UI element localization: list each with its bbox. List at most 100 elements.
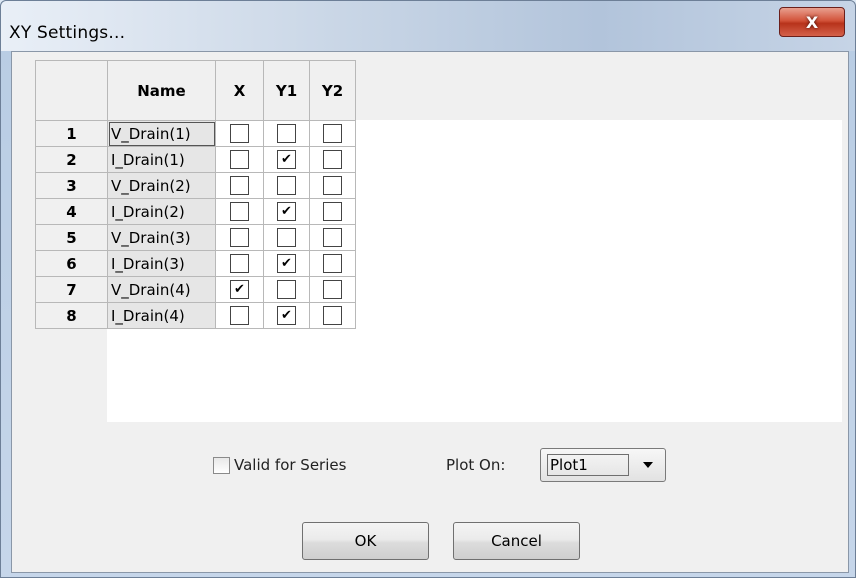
cell-x [215, 302, 264, 329]
cell-y1: ✔ [263, 198, 310, 225]
cell-x [215, 120, 264, 147]
ok-button[interactable]: OK [302, 522, 429, 560]
valid-for-series-label: Valid for Series [234, 456, 347, 474]
cell-y1 [263, 276, 310, 303]
xy-settings-grid: Name X Y1 Y2 1 V_Drain(1) 2 I_Drain(1) ✔ 3 V_D… [35, 60, 842, 422]
cell-y2 [309, 250, 356, 277]
x-checkbox[interactable] [230, 228, 249, 247]
signal-name-cell[interactable]: V_Drain(3) [107, 224, 216, 251]
row-number[interactable]: 1 [35, 120, 108, 147]
header-row: Name X Y1 Y2 [35, 60, 356, 121]
cell-y2 [309, 276, 356, 303]
checkmark-icon: ✔ [234, 282, 245, 297]
row-number[interactable]: 6 [35, 250, 108, 277]
y1-checkbox[interactable]: ✔ [277, 202, 296, 221]
cell-x: ✔ [215, 276, 264, 303]
x-checkbox[interactable]: ✔ [230, 280, 249, 299]
x-checkbox[interactable] [230, 202, 249, 221]
x-checkbox[interactable] [230, 124, 249, 143]
y1-checkbox[interactable]: ✔ [277, 254, 296, 273]
y2-checkbox[interactable] [323, 280, 342, 299]
table-row: 3 V_Drain(2) [35, 172, 356, 199]
cell-y2 [309, 198, 356, 225]
table-row: 6 I_Drain(3) ✔ [35, 250, 356, 277]
close-button[interactable]: X [779, 7, 845, 37]
cell-x [215, 250, 264, 277]
signal-name-cell[interactable]: V_Drain(2) [107, 172, 216, 199]
y2-checkbox[interactable] [323, 176, 342, 195]
y2-checkbox[interactable] [323, 254, 342, 273]
cell-y2 [309, 120, 356, 147]
cell-x [215, 172, 264, 199]
y1-checkbox[interactable] [277, 176, 296, 195]
cell-y2 [309, 146, 356, 173]
valid-for-series-option[interactable]: Valid for Series [213, 456, 346, 474]
title-bar[interactable]: XY Settings... X [1, 1, 855, 51]
column-header-y2[interactable]: Y2 [309, 60, 356, 121]
table-row: 2 I_Drain(1) ✔ [35, 146, 356, 173]
table-row: 5 V_Drain(3) [35, 224, 356, 251]
signal-name-cell[interactable]: I_Drain(4) [107, 302, 216, 329]
plot-on-selected-value: Plot1 [547, 454, 629, 476]
y2-checkbox[interactable] [323, 124, 342, 143]
row-number[interactable]: 7 [35, 276, 108, 303]
table-row: 7 V_Drain(4) ✔ [35, 276, 356, 303]
plot-on-dropdown[interactable]: Plot1 [540, 448, 666, 482]
checkmark-icon: ✔ [281, 152, 292, 167]
x-checkbox[interactable] [230, 176, 249, 195]
y1-checkbox[interactable] [277, 124, 296, 143]
cell-y1: ✔ [263, 250, 310, 277]
chevron-down-icon [643, 462, 653, 468]
row-number[interactable]: 3 [35, 172, 108, 199]
cell-y2 [309, 302, 356, 329]
y1-checkbox[interactable] [277, 228, 296, 247]
table-row: 8 I_Drain(4) ✔ [35, 302, 356, 329]
cell-y2 [309, 172, 356, 199]
table-row: 1 V_Drain(1) [35, 120, 356, 147]
cell-y1: ✔ [263, 146, 310, 173]
y1-checkbox[interactable]: ✔ [277, 150, 296, 169]
cell-y1 [263, 120, 310, 147]
cell-x [215, 146, 264, 173]
corner-cell [35, 60, 108, 121]
settings-table: Name X Y1 Y2 1 V_Drain(1) 2 I_Drain(1) ✔ 3 V_D… [35, 60, 356, 329]
cell-x [215, 198, 264, 225]
row-number[interactable]: 4 [35, 198, 108, 225]
y2-checkbox[interactable] [323, 150, 342, 169]
signal-name-cell[interactable]: I_Drain(1) [107, 146, 216, 173]
y1-checkbox[interactable]: ✔ [277, 306, 296, 325]
column-header-x[interactable]: X [215, 60, 264, 121]
valid-for-series-checkbox[interactable] [213, 456, 230, 474]
row-number[interactable]: 5 [35, 224, 108, 251]
cancel-button[interactable]: Cancel [453, 522, 580, 560]
signal-name-cell[interactable]: I_Drain(3) [107, 250, 216, 277]
signal-name-cell[interactable]: V_Drain(4) [107, 276, 216, 303]
close-icon: X [805, 12, 819, 32]
checkmark-icon: ✔ [281, 204, 292, 219]
x-checkbox[interactable] [230, 306, 249, 325]
dialog-client-area: Name X Y1 Y2 1 V_Drain(1) 2 I_Drain(1) ✔ 3 V_D… [11, 51, 849, 573]
x-checkbox[interactable] [230, 150, 249, 169]
column-header-y1[interactable]: Y1 [263, 60, 310, 121]
plot-on-label: Plot On: [446, 456, 506, 474]
signal-name-cell[interactable]: V_Drain(1) [107, 120, 216, 147]
x-checkbox[interactable] [230, 254, 249, 273]
y2-checkbox[interactable] [323, 228, 342, 247]
cell-y1: ✔ [263, 302, 310, 329]
y1-checkbox[interactable] [277, 280, 296, 299]
cell-y1 [263, 224, 310, 251]
checkmark-icon: ✔ [281, 308, 292, 323]
cell-y2 [309, 224, 356, 251]
row-number[interactable]: 8 [35, 302, 108, 329]
cell-y1 [263, 172, 310, 199]
row-number[interactable]: 2 [35, 146, 108, 173]
y2-checkbox[interactable] [323, 306, 342, 325]
signal-name-cell[interactable]: I_Drain(2) [107, 198, 216, 225]
table-row: 4 I_Drain(2) ✔ [35, 198, 356, 225]
dialog-window: XY Settings... X Name X Y1 Y2 1 V_Drain(1… [0, 0, 856, 578]
checkmark-icon: ✔ [281, 256, 292, 271]
cell-x [215, 224, 264, 251]
column-header-name[interactable]: Name [107, 60, 216, 121]
y2-checkbox[interactable] [323, 202, 342, 221]
window-title: XY Settings... [9, 23, 126, 43]
